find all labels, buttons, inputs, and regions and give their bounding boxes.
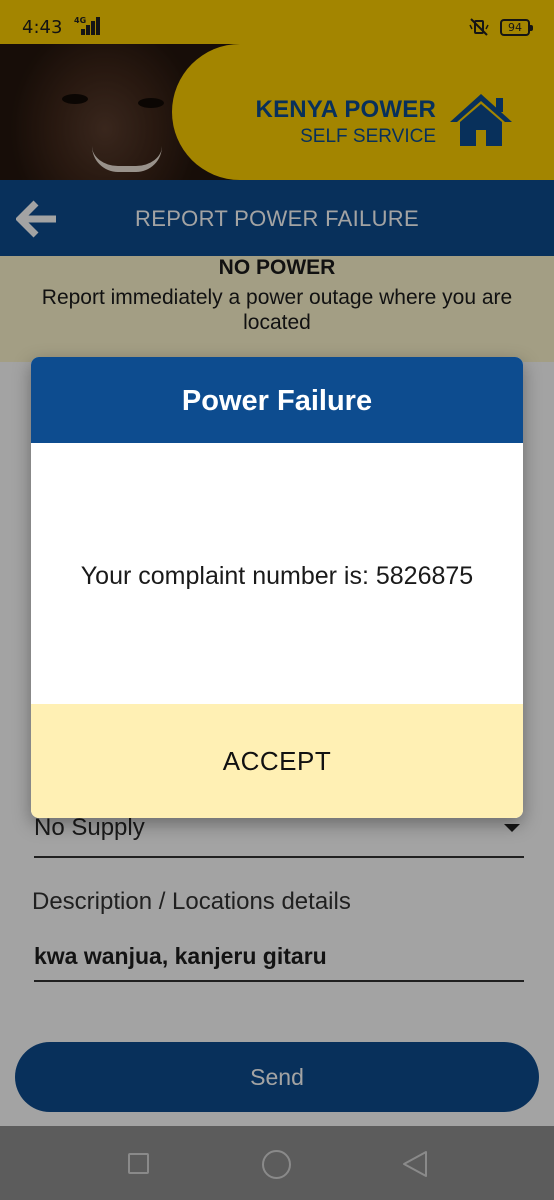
- power-failure-dialog: Power Failure Your complaint number is: …: [31, 357, 523, 818]
- dialog-footer: ACCEPT: [31, 704, 523, 818]
- nav-home-icon[interactable]: [262, 1150, 291, 1179]
- nav-back-icon[interactable]: [402, 1150, 428, 1178]
- system-nav-bar: [0, 1126, 554, 1200]
- dialog-header: Power Failure: [31, 357, 523, 443]
- dialog-title: Power Failure: [181, 385, 373, 417]
- accept-button[interactable]: ACCEPT: [31, 704, 523, 818]
- nav-recents-icon[interactable]: [128, 1153, 149, 1174]
- complaint-number-message: Your complaint number is: 5826875: [80, 562, 474, 590]
